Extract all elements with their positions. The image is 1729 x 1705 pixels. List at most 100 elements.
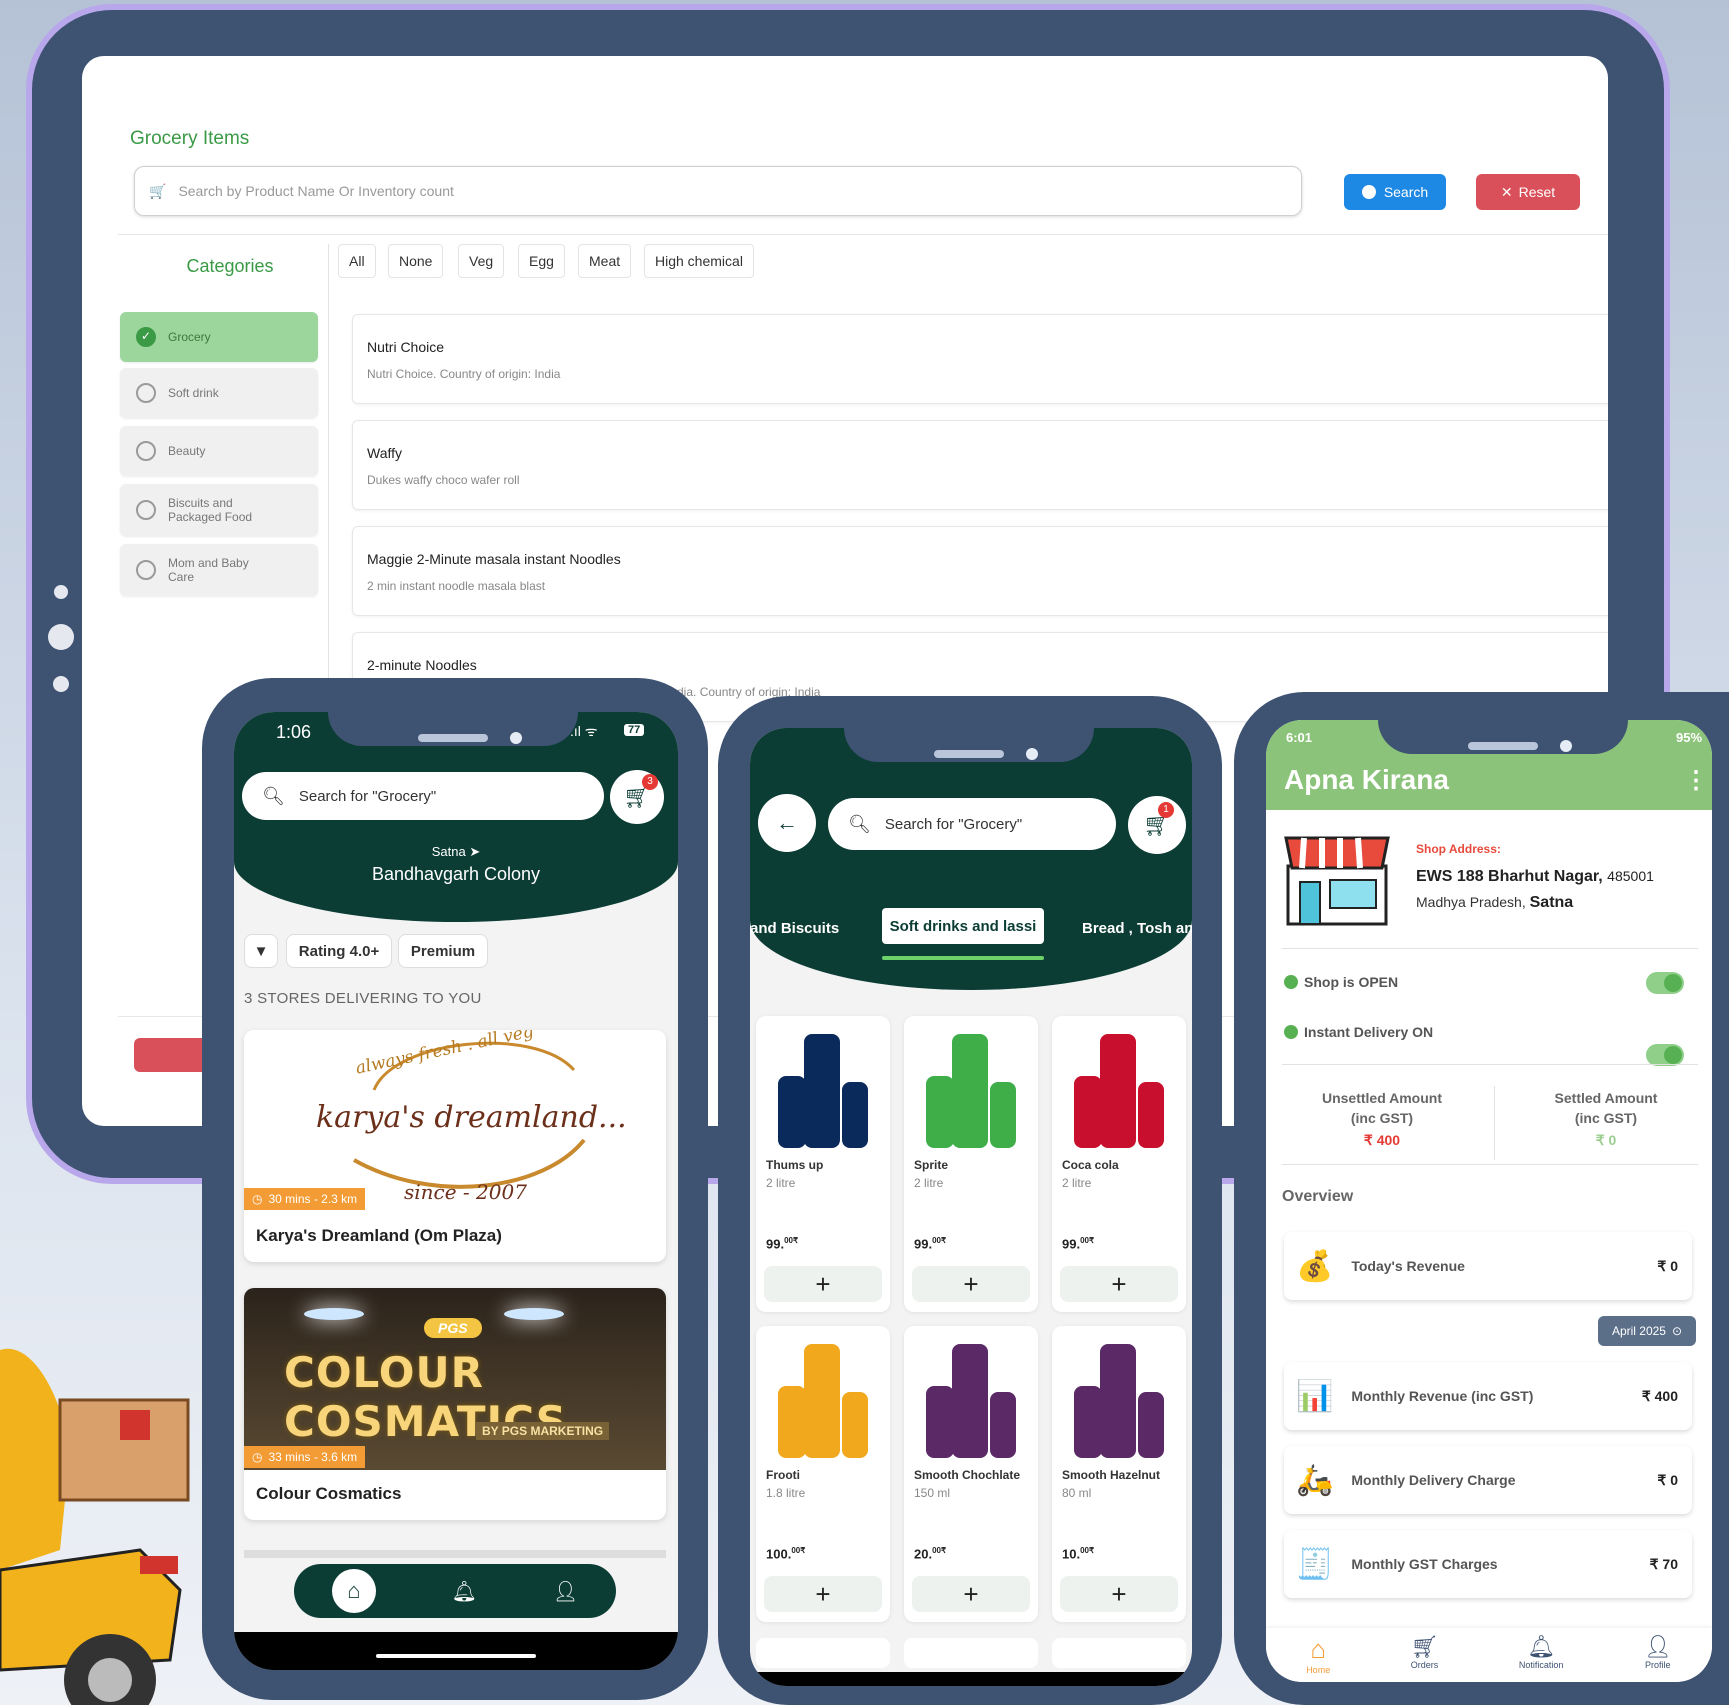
bottle-shape <box>1074 1076 1102 1148</box>
product-card[interactable]: Smooth Hazelnut 80 ml 10.00₹ + <box>1052 1326 1186 1622</box>
bell-icon[interactable]: 🔔︎ <box>452 1579 477 1604</box>
tab-soft-drinks[interactable]: Soft drinks and lassi <box>882 908 1044 944</box>
eta-text: 33 mins - 3.6 km <box>268 1450 358 1464</box>
search-button[interactable]: Search <box>1344 174 1446 210</box>
bottle-shape <box>804 1344 840 1458</box>
shop-status-row: Shop is OPEN <box>1284 974 1398 990</box>
nav-notification[interactable]: 🔔︎ Notification <box>1519 1634 1564 1670</box>
todays-revenue-card[interactable]: 💰 Today's Revenue ₹ 0 <box>1284 1232 1692 1300</box>
category-beauty[interactable]: Beauty <box>120 426 318 476</box>
category-mom-baby[interactable]: Mom and Baby Care <box>120 544 318 596</box>
bottle-shape <box>842 1392 868 1458</box>
product-name: Waffy <box>367 445 403 461</box>
monthly-delivery-card[interactable]: 🛵 Monthly Delivery Charge ₹ 0 <box>1284 1446 1692 1514</box>
bottle-shape <box>778 1076 806 1148</box>
product-name: Coca cola <box>1062 1158 1119 1172</box>
price-main: 99. <box>914 1236 933 1252</box>
store-card[interactable]: always fresh . all veg karya's dreamland… <box>244 1030 666 1262</box>
category-biscuits[interactable]: Biscuits and Packaged Food <box>120 484 318 536</box>
product-price: 100.00₹ <box>766 1546 805 1561</box>
location-city[interactable]: Satna ➤ <box>234 844 678 860</box>
product-card[interactable]: Thums up 2 litre 99.00₹ + <box>756 1016 890 1312</box>
page-title: Grocery Items <box>130 128 250 149</box>
product-card-partial <box>904 1638 1038 1668</box>
search-input[interactable]: 🔍︎ Search for "Grocery" <box>828 798 1116 850</box>
product-row[interactable]: Nutri Choice Nutri Choice. Country of ori… <box>352 314 1608 404</box>
product-row[interactable]: Maggie 2-Minute masala instant Noodles 2 … <box>352 526 1608 616</box>
tab-biscuits[interactable]: and Biscuits <box>750 920 839 937</box>
back-button[interactable]: ← <box>758 794 816 852</box>
filter-button[interactable]: ▼ <box>244 934 278 968</box>
user-icon[interactable]: 👤︎ <box>553 1579 578 1604</box>
home-icon[interactable]: ⌂ <box>331 1569 376 1613</box>
filter-chip-high-chemical[interactable]: High chemical <box>644 244 754 278</box>
nav-profile[interactable]: 👤︎ Profile <box>1644 1634 1672 1670</box>
add-to-cart-button[interactable]: + <box>1060 1576 1178 1612</box>
nav-label: Notification <box>1518 1660 1564 1670</box>
category-soft-drink[interactable]: Soft drink <box>120 368 318 418</box>
product-row[interactable]: Waffy Dukes waffy choco wafer roll <box>352 420 1608 510</box>
bottle-shape <box>842 1082 868 1148</box>
search-icon: 🔍︎ <box>848 813 871 834</box>
product-qty: 80 ml <box>1062 1486 1092 1500</box>
city-label: Satna <box>431 844 466 859</box>
filter-chip-all[interactable]: All <box>338 244 376 278</box>
category-label: Soft drink <box>168 386 219 400</box>
add-to-cart-button[interactable]: + <box>912 1266 1030 1302</box>
cart-count-badge: 1 <box>1158 802 1174 818</box>
category-grocery[interactable]: Grocery <box>120 312 318 362</box>
filter-chip-rating[interactable]: Rating 4.0+ <box>286 934 392 968</box>
product-qty: 2 litre <box>914 1176 944 1190</box>
store-card[interactable]: PGS COLOUR COSMATICS BY PGS MARKETING ◷ 3… <box>244 1288 666 1520</box>
monthly-revenue-card[interactable]: 📊 Monthly Revenue (inc GST) ₹ 400 <box>1284 1362 1692 1430</box>
more-vert-icon[interactable]: ⋮ <box>1684 766 1708 795</box>
address-state: Madhya Pradesh, <box>1416 894 1526 910</box>
unsettled-amount: Unsettled Amount (inc GST) ₹ 400 <box>1282 1088 1482 1150</box>
product-image <box>778 1344 868 1458</box>
delivery-status-row: Instant Delivery ON <box>1284 1024 1433 1040</box>
instant-delivery-toggle[interactable] <box>1646 1044 1684 1066</box>
add-to-cart-button[interactable]: + <box>764 1576 882 1612</box>
price-decimal: 00₹ <box>932 1236 947 1245</box>
shop-open-toggle[interactable] <box>1646 972 1684 994</box>
price-main: 99. <box>1062 1236 1081 1252</box>
store-name: Colour Cosmatics <box>256 1484 402 1503</box>
bottle-shape <box>926 1386 954 1458</box>
product-qty: 2 litre <box>766 1176 796 1190</box>
filter-chip-egg[interactable]: Egg <box>518 244 565 278</box>
user-icon: 👤︎ <box>1643 1634 1672 1659</box>
phone2-screen: ← 🔍︎ Search for "Grocery" 🛒︎ 1 and Biscu… <box>750 728 1192 1686</box>
eta-text: 30 mins - 2.3 km <box>268 1192 358 1206</box>
cart-button[interactable]: 🛒︎ <box>1128 796 1186 854</box>
add-to-cart-button[interactable]: + <box>1060 1266 1178 1302</box>
address-label: Shop Address: <box>1416 842 1501 856</box>
search-input[interactable]: 🔍︎ Search for "Grocery" <box>242 772 604 820</box>
location-locality[interactable]: Bandhavgarh Colony <box>234 864 678 885</box>
nav-home[interactable]: ⌂ Home <box>1306 1634 1330 1675</box>
monthly-gst-card[interactable]: 🧾 Monthly GST Charges ₹ 70 <box>1284 1530 1692 1598</box>
nav-label: Home <box>1306 1665 1331 1675</box>
tab-bread[interactable]: Bread , Tosh and <box>1082 920 1192 937</box>
card-label: Today's Revenue <box>1351 1258 1465 1274</box>
search-input[interactable]: 🛒 Search by Product Name Or Inventory co… <box>134 166 1302 216</box>
filter-chip-none[interactable]: None <box>388 244 444 278</box>
product-card[interactable]: Smooth Chochlate 150 ml 20.00₹ + <box>904 1326 1038 1622</box>
settled-label: Settled Amount <box>1554 1090 1658 1106</box>
product-card[interactable]: Frooti 1.8 litre 100.00₹ + <box>756 1326 890 1622</box>
unsettled-value: ₹ 400 <box>1363 1132 1401 1148</box>
add-to-cart-button[interactable]: + <box>764 1266 882 1302</box>
nav-label: Profile <box>1645 1660 1671 1670</box>
bottle-shape <box>1074 1386 1102 1458</box>
product-card[interactable]: Sprite 2 litre 99.00₹ + <box>904 1016 1038 1312</box>
reset-button[interactable]: ✕ Reset <box>1476 174 1580 210</box>
card-value: ₹ 70 <box>1649 1555 1678 1572</box>
month-selector[interactable]: April 2025 ⊙ <box>1598 1316 1696 1346</box>
add-to-cart-button[interactable]: + <box>912 1576 1030 1612</box>
light-glow <box>304 1308 364 1320</box>
filter-chip-meat[interactable]: Meat <box>578 244 632 278</box>
nav-orders[interactable]: 🛒︎ Orders <box>1411 1634 1439 1670</box>
product-card[interactable]: Coca cola 2 litre 99.00₹ + <box>1052 1016 1186 1312</box>
filter-chip-veg[interactable]: Veg <box>458 244 505 278</box>
filter-chip-premium[interactable]: Premium <box>398 934 488 968</box>
status-time: 6:01 <box>1286 730 1313 745</box>
